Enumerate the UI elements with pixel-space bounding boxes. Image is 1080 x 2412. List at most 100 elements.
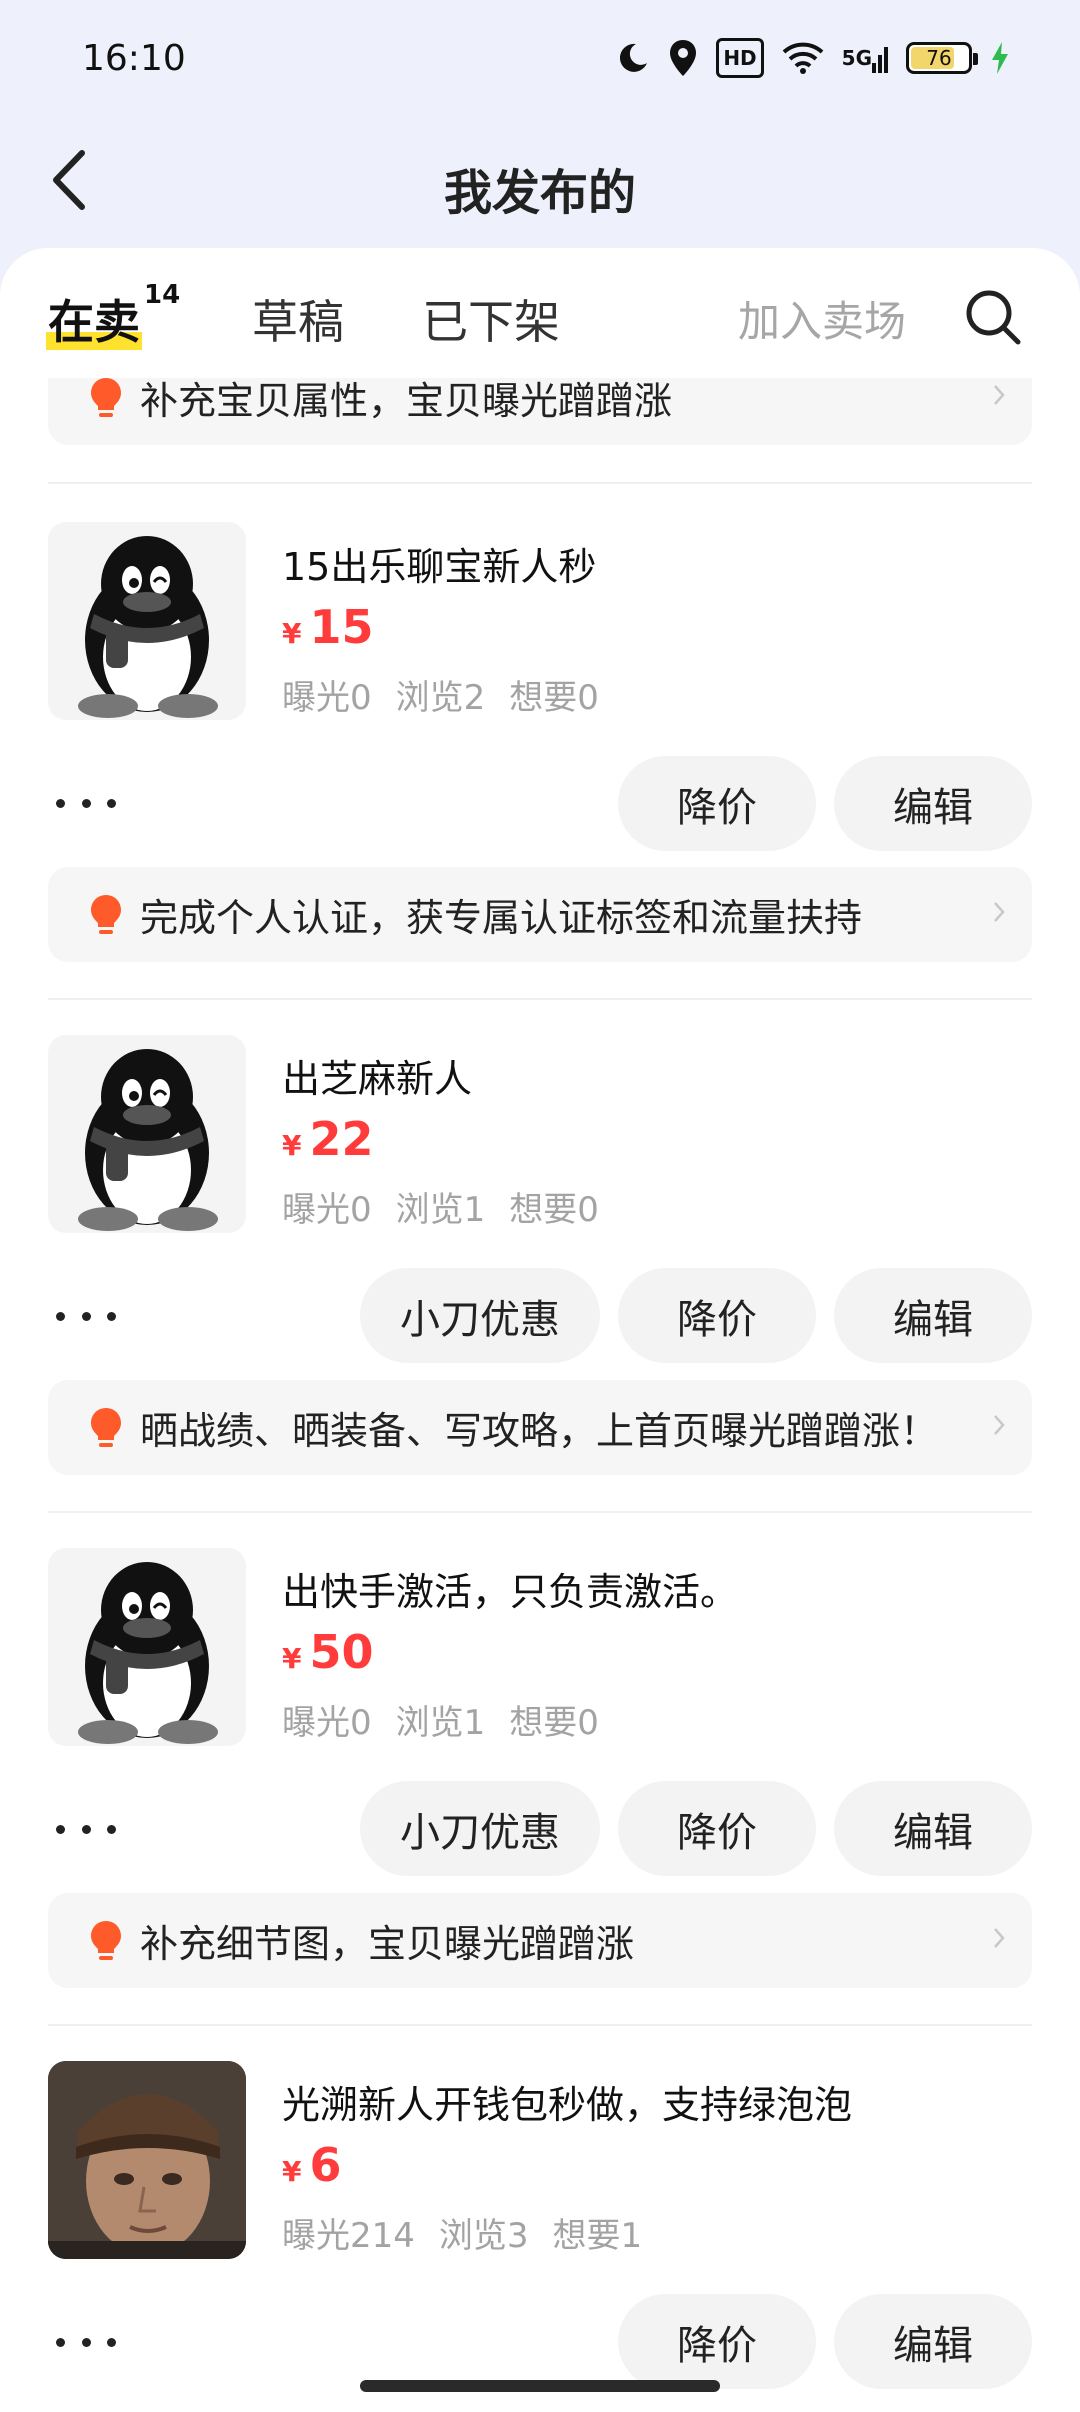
tab-removed[interactable]: 已下架: [422, 286, 560, 352]
listing-price: ¥22: [282, 1112, 374, 1166]
price-value: 15: [309, 600, 374, 654]
tip-banner[interactable]: 晒战绩、晒装备、写攻略，上首页曝光蹭蹭涨！: [48, 1380, 1032, 1475]
reduce-price-button[interactable]: 降价: [618, 756, 816, 851]
tip-text: 补充细节图，宝贝曝光蹭蹭涨: [140, 1922, 635, 1966]
lightbulb-icon: [91, 1920, 121, 1960]
wifi-icon: [782, 38, 824, 78]
lightbulb-icon: [91, 1407, 121, 1447]
currency-symbol: ¥: [282, 617, 302, 650]
listing-thumbnail-penguin[interactable]: [48, 1548, 246, 1746]
stat-views: 浏览2: [395, 678, 486, 718]
cellular-signal-icon: 5G: [842, 38, 888, 78]
signal-5g-label: 5G: [841, 46, 872, 70]
lightbulb-icon: [91, 378, 121, 417]
location-pin-icon: [668, 38, 698, 78]
battery-level: 76: [926, 46, 952, 70]
stat-wants: 想要1: [552, 2216, 643, 2256]
listing-stats: 曝光0 浏览2 想要0: [282, 670, 623, 719]
divider: [48, 482, 1032, 484]
listing-price: ¥15: [282, 600, 374, 654]
tip-banner-top[interactable]: 补充宝贝属性，宝贝曝光蹭蹭涨: [48, 378, 1032, 445]
battery-icon: 76: [906, 38, 978, 78]
status-bar: 16:10 HD 5G 76: [0, 0, 1080, 125]
knife-discount-button[interactable]: 小刀优惠: [360, 1781, 600, 1876]
search-button[interactable]: [962, 286, 1024, 348]
listing-thumbnail-penguin[interactable]: [48, 1035, 246, 1233]
tab-drafts-label: 草稿: [252, 295, 344, 349]
page-title: 我发布的: [443, 165, 636, 221]
hd-icon: HD: [716, 38, 764, 78]
content-sheet: 在卖 14 草稿 已下架 加入卖场 补充宝贝属性，宝贝曝光蹭蹭涨 15出乐聊宝新…: [0, 248, 1080, 2412]
more-options-button[interactable]: [56, 1296, 116, 1336]
reduce-price-button[interactable]: 降价: [618, 1781, 816, 1876]
tip-text: 晒战绩、晒装备、写攻略，上首页曝光蹭蹭涨！: [140, 1409, 939, 1453]
stat-views: 浏览3: [438, 2216, 529, 2256]
more-options-button[interactable]: [56, 783, 116, 823]
status-icons: HD 5G 76: [616, 38, 1010, 78]
tip-text: 补充宝贝属性，宝贝曝光蹭蹭涨: [140, 379, 673, 423]
listing-price: ¥50: [282, 1625, 374, 1679]
penguin-avatar-icon: [78, 536, 218, 718]
currency-symbol: ¥: [282, 1642, 302, 1675]
tip-banner[interactable]: 完成个人认证，获专属认证标签和流量扶持: [48, 867, 1032, 962]
stat-wants: 想要0: [509, 1703, 599, 1743]
listing-stats: 曝光0 浏览1 想要0: [282, 1695, 623, 1744]
tip-text: 完成个人认证，获专属认证标签和流量扶持: [140, 896, 863, 940]
reduce-price-button[interactable]: 降价: [618, 1268, 816, 1363]
listing-thumbnail-penguin[interactable]: [48, 522, 246, 720]
listing-title[interactable]: 光溯新人开钱包秒做，支持绿泡泡: [282, 2074, 852, 2129]
lightbulb-icon: [91, 894, 121, 934]
charging-bolt-icon: [990, 38, 1010, 78]
stat-views: 浏览1: [395, 1190, 486, 1230]
stat-wants: 想要0: [509, 1190, 599, 1230]
home-indicator[interactable]: [360, 2380, 720, 2392]
knife-discount-button[interactable]: 小刀优惠: [360, 1268, 600, 1363]
edit-button[interactable]: 编辑: [834, 1268, 1032, 1363]
more-options-button[interactable]: [56, 1809, 116, 1849]
stat-exposure: 曝光0: [282, 678, 372, 718]
listing-stats: 曝光214 浏览3 想要1: [282, 2208, 666, 2257]
tab-on-sale-label: 在卖: [48, 295, 140, 349]
tab-on-sale-count: 14: [144, 280, 181, 310]
tab-on-sale[interactable]: 在卖: [46, 286, 142, 352]
chevron-right-icon: [994, 1928, 1005, 1948]
listing-list: 补充宝贝属性，宝贝曝光蹭蹭涨 15出乐聊宝新人秒 ¥15 曝光0 浏览2 想要0…: [0, 378, 1080, 2412]
divider: [48, 1511, 1032, 1513]
chevron-right-icon: [994, 385, 1005, 405]
price-value: 6: [309, 2138, 342, 2192]
penguin-avatar-icon: [78, 1049, 218, 1231]
divider: [48, 998, 1032, 1000]
chevron-right-icon: [994, 902, 1005, 922]
stat-exposure: 曝光0: [282, 1190, 372, 1230]
more-options-button[interactable]: [56, 2322, 116, 2362]
listing-title[interactable]: 15出乐聊宝新人秒: [282, 536, 596, 591]
tab-removed-label: 已下架: [422, 295, 560, 349]
person-photo-icon: [48, 2061, 246, 2259]
join-market-link[interactable]: 加入卖场: [738, 288, 906, 349]
listing-stats: 曝光0 浏览1 想要0: [282, 1182, 623, 1231]
stat-exposure: 曝光0: [282, 1703, 372, 1743]
page-header: 我发布的: [0, 125, 1080, 240]
do-not-disturb-moon-icon: [616, 38, 650, 78]
price-value: 50: [309, 1625, 374, 1679]
listing-title[interactable]: 出快手激活，只负责激活。: [282, 1561, 738, 1616]
stat-exposure: 曝光214: [282, 2216, 415, 2256]
tab-drafts[interactable]: 草稿: [252, 286, 344, 352]
penguin-avatar-icon: [78, 1562, 218, 1744]
currency-symbol: ¥: [282, 2155, 302, 2188]
status-time: 16:10: [82, 38, 186, 79]
edit-button[interactable]: 编辑: [834, 2294, 1032, 2389]
divider: [48, 2024, 1032, 2026]
price-value: 22: [309, 1112, 374, 1166]
stat-views: 浏览1: [395, 1703, 486, 1743]
reduce-price-button[interactable]: 降价: [618, 2294, 816, 2389]
listing-title[interactable]: 出芝麻新人: [282, 1048, 472, 1103]
edit-button[interactable]: 编辑: [834, 1781, 1032, 1876]
edit-button[interactable]: 编辑: [834, 756, 1032, 851]
listing-thumbnail-photo[interactable]: [48, 2061, 246, 2259]
search-icon: [966, 290, 1021, 345]
tab-bar: 在卖 14 草稿 已下架 加入卖场: [0, 248, 1080, 378]
listing-price: ¥6: [282, 2138, 342, 2192]
stat-wants: 想要0: [509, 678, 599, 718]
tip-banner[interactable]: 补充细节图，宝贝曝光蹭蹭涨: [48, 1893, 1032, 1988]
